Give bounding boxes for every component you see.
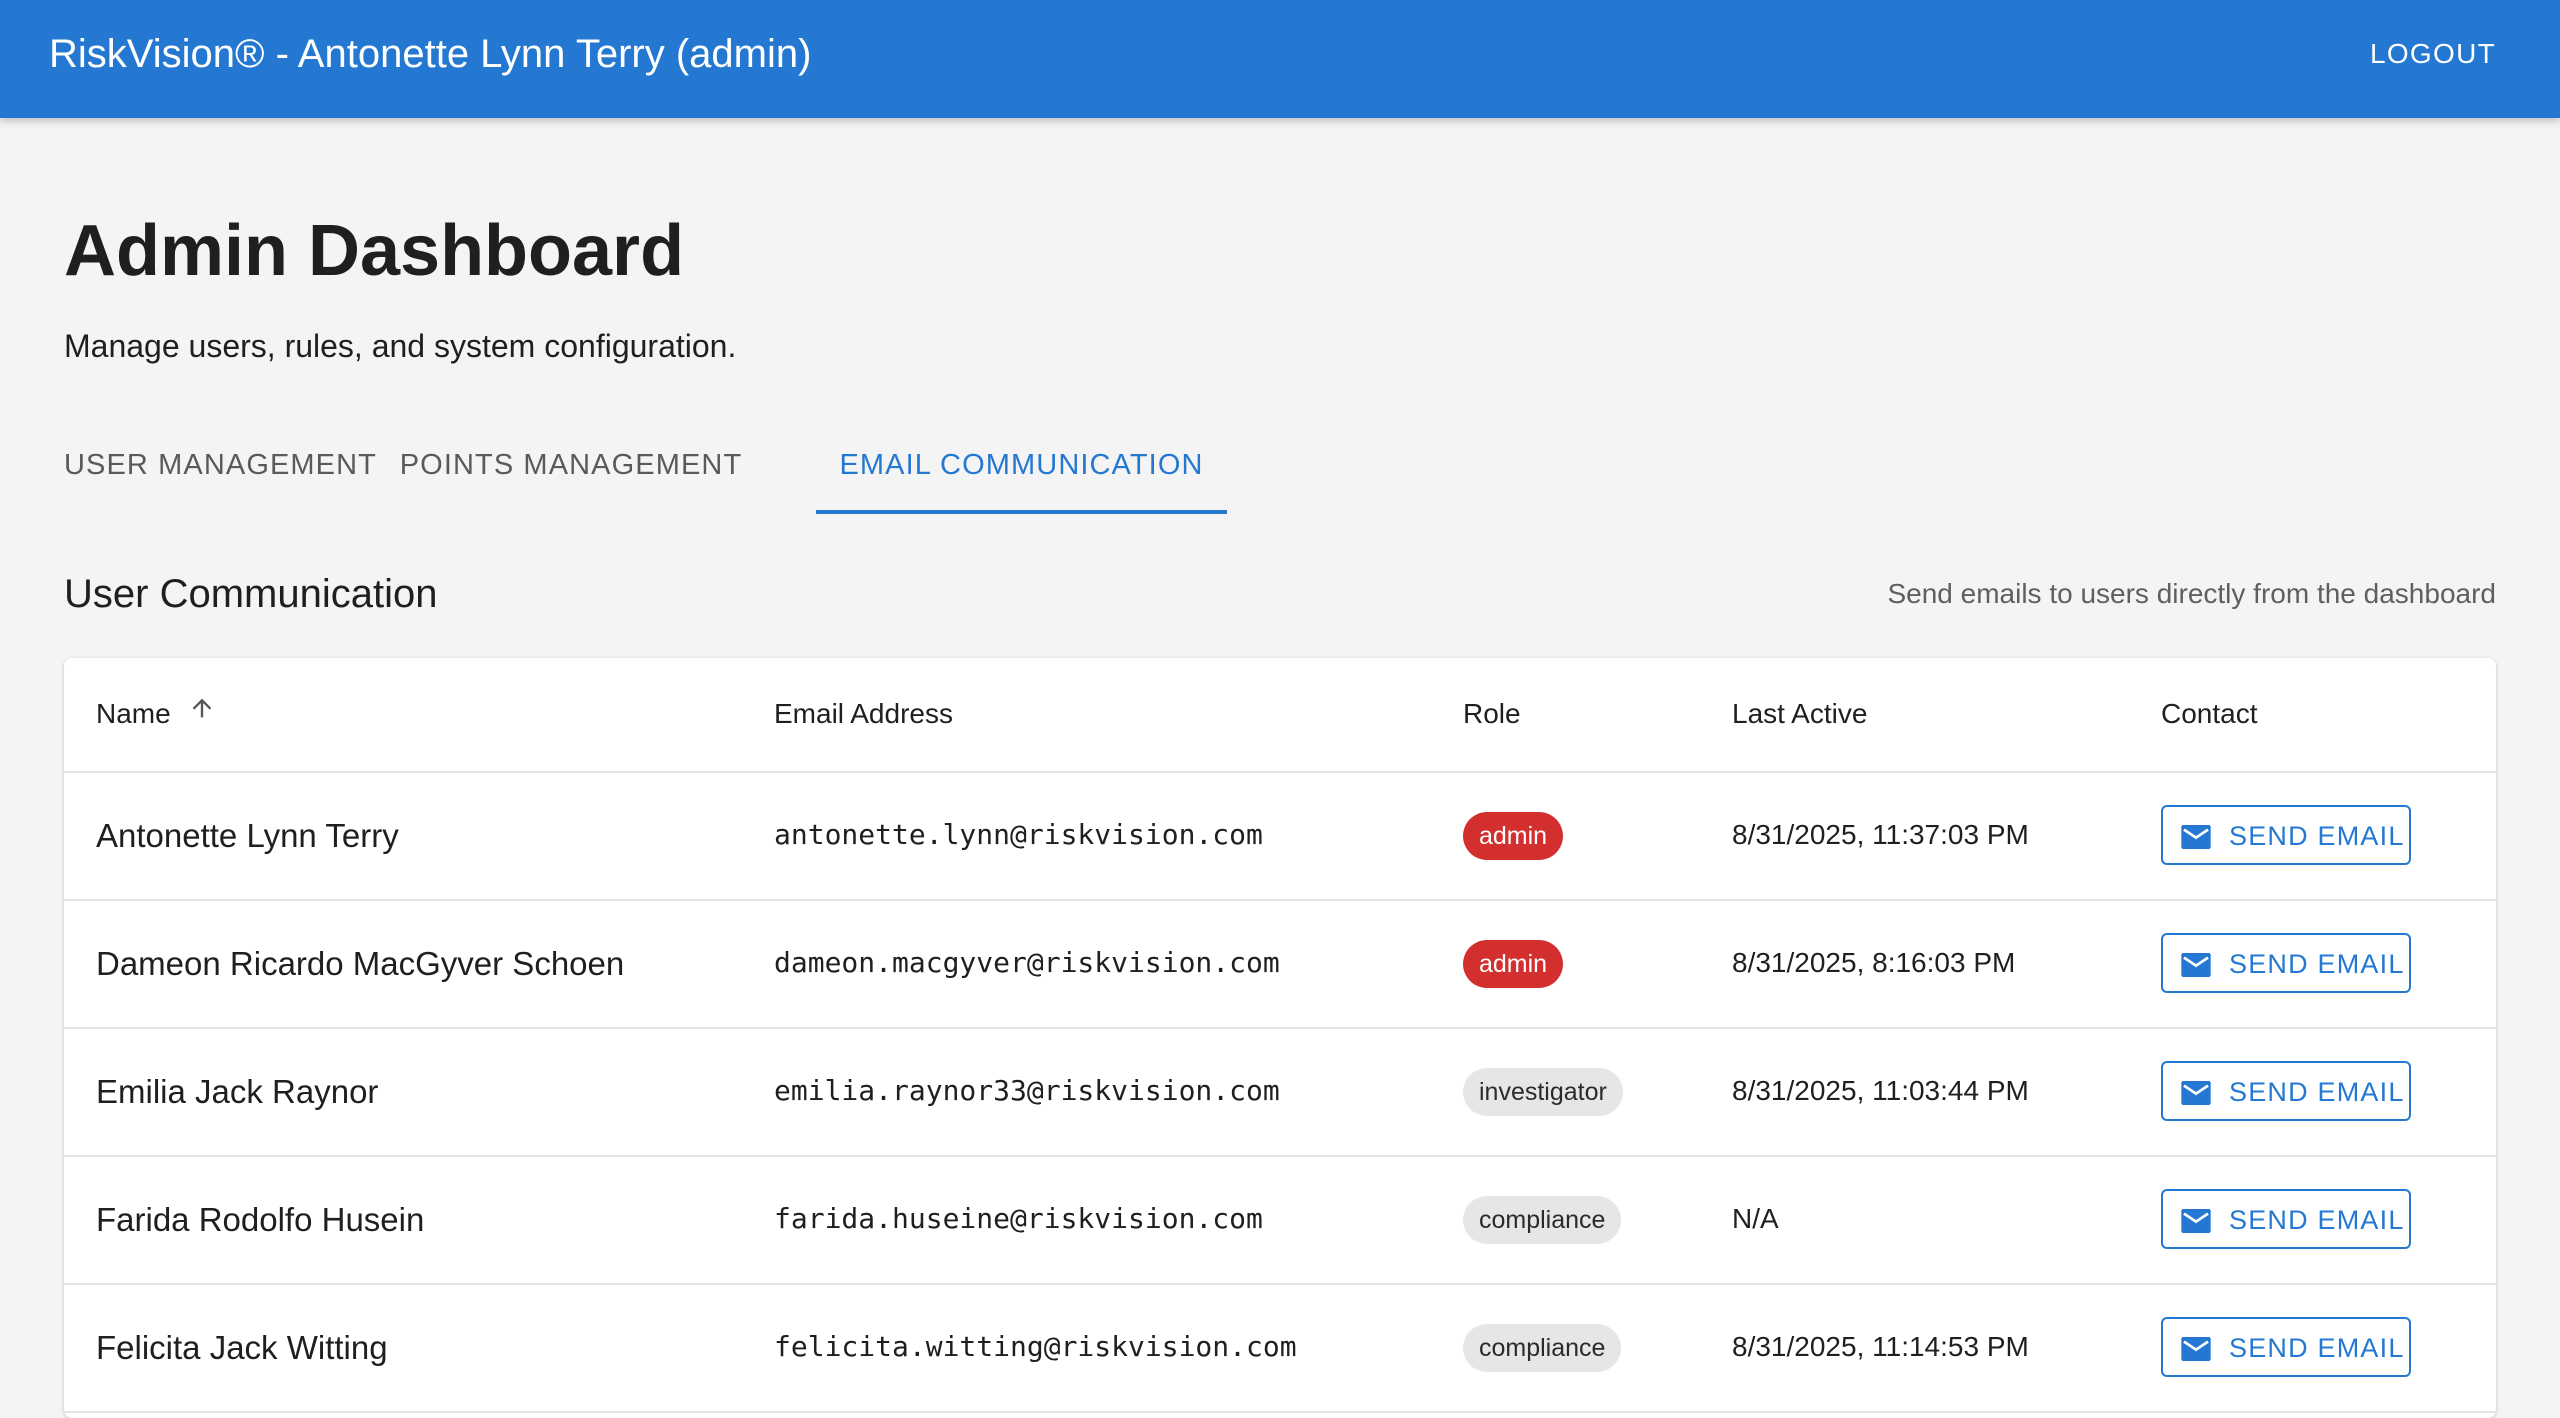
mail-icon (2181, 1081, 2211, 1105)
users-table: Name Email Address Role Last Active Cont… (64, 658, 2496, 1418)
column-header-role: Role (1463, 698, 1521, 729)
role-badge: admin (1463, 812, 1564, 860)
column-header-last-active: Last Active (1732, 698, 1868, 729)
column-header-email: Email Address (774, 698, 953, 729)
user-email: farida.huseine@riskvision.com (774, 1202, 1263, 1235)
mail-icon (2181, 825, 2211, 849)
logout-button[interactable]: LOGOUT (2370, 36, 2496, 72)
last-active: 8/31/2025, 8:16:03 PM (1732, 947, 2016, 978)
mail-icon (2181, 953, 2211, 977)
table-row: Emilia Jack Raynor emilia.raynor33@riskv… (64, 1029, 2496, 1157)
role-badge: compliance (1463, 1324, 1622, 1372)
table-row: Dameon Ricardo MacGyver Schoen dameon.ma… (64, 901, 2496, 1029)
mail-icon (2181, 1209, 2211, 1233)
column-header-contact: Contact (2161, 698, 2258, 729)
send-email-button[interactable]: SEND EMAIL (2161, 1061, 2411, 1121)
user-name: Emilia Jack Raynor (96, 1073, 379, 1110)
send-email-label: SEND EMAIL (2229, 949, 2405, 979)
app-bar: RiskVision® - Antonette Lynn Terry (admi… (0, 0, 2560, 118)
user-email: antonette.lynn@riskvision.com (774, 818, 1263, 851)
last-active: 8/31/2025, 11:14:53 PM (1732, 1331, 2029, 1362)
send-email-label: SEND EMAIL (2229, 1077, 2405, 1107)
user-email: felicita.witting@riskvision.com (774, 1330, 1297, 1363)
page-subtitle: Manage users, rules, and system configur… (64, 328, 737, 364)
app-title: RiskVision® - Antonette Lynn Terry (admi… (49, 32, 812, 76)
active-tab-indicator (816, 510, 1227, 514)
user-email: emilia.raynor33@riskvision.com (774, 1074, 1280, 1107)
role-badge: compliance (1463, 1196, 1622, 1244)
send-email-label: SEND EMAIL (2229, 1205, 2405, 1235)
role-badge: admin (1463, 940, 1564, 988)
arrow-up-icon[interactable] (188, 694, 216, 731)
mail-icon (2181, 1337, 2211, 1361)
role-badge: investigator (1463, 1068, 1623, 1116)
table-header: Name Email Address Role Last Active Cont… (64, 658, 2496, 773)
send-email-label: SEND EMAIL (2229, 1333, 2405, 1363)
send-email-button[interactable]: SEND EMAIL (2161, 1189, 2411, 1249)
send-email-button[interactable]: SEND EMAIL (2161, 805, 2411, 865)
table-row: Felicita Jack Witting felicita.witting@r… (64, 1285, 2496, 1413)
user-email: dameon.macgyver@riskvision.com (774, 946, 1280, 979)
last-active: N/A (1732, 1203, 1779, 1234)
send-email-button[interactable]: SEND EMAIL (2161, 1317, 2411, 1377)
last-active: 8/31/2025, 11:37:03 PM (1732, 819, 2029, 850)
table-row: Farida Rodolfo Husein farida.huseine@ris… (64, 1157, 2496, 1285)
user-name: Dameon Ricardo MacGyver Schoen (96, 945, 625, 982)
page-title: Admin Dashboard (64, 211, 685, 291)
column-header-name[interactable]: Name (96, 696, 216, 732)
tab-user-management[interactable]: USER MANAGEMENT (64, 430, 376, 514)
column-header-name-label: Name (96, 698, 171, 729)
user-name: Felicita Jack Witting (96, 1329, 388, 1366)
section-caption: Send emails to users directly from the d… (1887, 578, 2496, 609)
tab-points-management[interactable]: POINTS MANAGEMENT (354, 430, 788, 514)
user-name: Farida Rodolfo Husein (96, 1201, 425, 1238)
tab-email-communication[interactable]: EMAIL COMMUNICATION (816, 430, 1227, 514)
last-active: 8/31/2025, 11:03:44 PM (1732, 1075, 2029, 1106)
user-name: Antonette Lynn Terry (96, 817, 399, 854)
send-email-label: SEND EMAIL (2229, 821, 2405, 851)
table-row: Antonette Lynn Terry antonette.lynn@risk… (64, 773, 2496, 901)
section-title: User Communication (64, 572, 438, 616)
send-email-button[interactable]: SEND EMAIL (2161, 933, 2411, 993)
